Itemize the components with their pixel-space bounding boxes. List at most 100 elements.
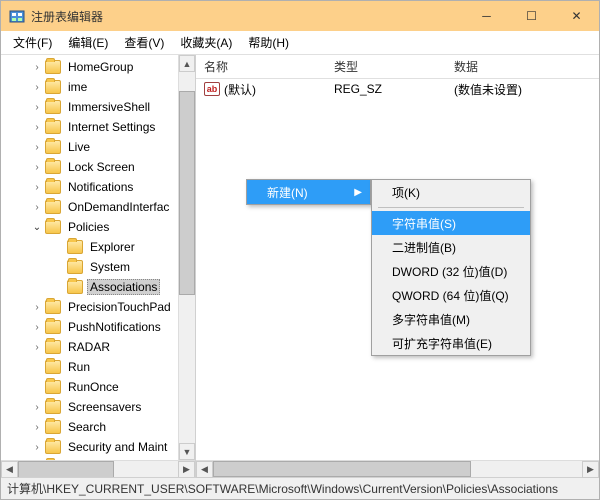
tree-item[interactable]: RunOnce — [1, 377, 195, 397]
tree-item[interactable]: Explorer — [1, 237, 195, 257]
tree-item-label: RunOnce — [65, 379, 122, 395]
folder-icon — [45, 340, 61, 354]
list-row[interactable]: ab (默认) REG_SZ (数值未设置) — [196, 79, 599, 99]
context-menu-new[interactable]: 新建(N) ▶ — [247, 180, 370, 204]
tree-item[interactable]: ›HomeGroup — [1, 57, 195, 77]
folder-icon — [45, 420, 61, 434]
tree-item[interactable]: › PushNotifications — [1, 317, 195, 337]
folder-icon — [67, 260, 83, 274]
menu-view[interactable]: 查看(V) — [116, 31, 172, 54]
submenu-binary-value[interactable]: 二进制值(B) — [372, 235, 530, 259]
tree-item[interactable]: ⌄ Policies — [1, 217, 195, 237]
menu-label: 新建(N) — [267, 184, 308, 201]
tree-item[interactable]: › Screensavers — [1, 397, 195, 417]
scroll-left-icon[interactable]: ◀ — [196, 461, 213, 478]
chevron-right-icon[interactable]: › — [31, 82, 43, 93]
tree-item[interactable]: Associations — [1, 277, 195, 297]
menu-edit[interactable]: 编辑(E) — [60, 31, 116, 54]
list-horizontal-scrollbar[interactable]: ◀ ▶ — [196, 460, 599, 477]
chevron-down-icon[interactable]: ⌄ — [31, 222, 43, 233]
tree-item[interactable]: ›Internet Settings — [1, 117, 195, 137]
folder-icon — [45, 300, 61, 314]
column-data[interactable]: 数据 — [446, 58, 486, 75]
tree-item[interactable]: › RADAR — [1, 337, 195, 357]
tree-item[interactable]: System — [1, 257, 195, 277]
chevron-right-icon[interactable]: › — [31, 162, 43, 173]
folder-icon — [45, 220, 61, 234]
folder-icon — [45, 160, 61, 174]
chevron-right-icon[interactable]: › — [31, 142, 43, 153]
column-name[interactable]: 名称 — [196, 58, 326, 75]
cell-name: ab (默认) — [196, 81, 326, 98]
chevron-right-icon[interactable]: › — [31, 102, 43, 113]
tree-item-label: Search — [65, 419, 109, 435]
scroll-track[interactable] — [179, 72, 195, 443]
tree-pane: ›HomeGroup›ime›ImmersiveShell›Internet S… — [1, 55, 196, 477]
tree-item[interactable]: ›ime — [1, 77, 195, 97]
tree-item[interactable]: ›ImmersiveShell — [1, 97, 195, 117]
close-button[interactable]: ✕ — [554, 1, 599, 31]
menu-favorites[interactable]: 收藏夹(A) — [172, 31, 240, 54]
chevron-right-icon[interactable]: › — [31, 122, 43, 133]
tree-vertical-scrollbar[interactable]: ▲ ▼ — [178, 55, 195, 460]
scroll-track[interactable] — [18, 461, 178, 478]
minimize-button[interactable]: ─ — [464, 1, 509, 31]
tree-item-label: Notifications — [65, 179, 136, 195]
folder-icon — [67, 240, 83, 254]
chevron-right-icon[interactable]: › — [31, 302, 43, 313]
chevron-right-icon[interactable]: › — [31, 342, 43, 353]
scroll-thumb[interactable] — [179, 91, 195, 295]
tree-item[interactable]: › Search — [1, 417, 195, 437]
tree-horizontal-scrollbar[interactable]: ◀ ▶ — [1, 460, 195, 477]
tree-item-label: PushNotifications — [65, 319, 164, 335]
tree-item[interactable]: Run — [1, 357, 195, 377]
chevron-right-icon[interactable]: › — [31, 322, 43, 333]
submenu-expandstring-value[interactable]: 可扩充字符串值(E) — [372, 331, 530, 355]
submenu-qword-value[interactable]: QWORD (64 位)值(Q) — [372, 283, 530, 307]
chevron-right-icon[interactable]: › — [31, 182, 43, 193]
scroll-track[interactable] — [213, 461, 582, 477]
scroll-down-icon[interactable]: ▼ — [179, 443, 195, 460]
tree-item[interactable]: › PrecisionTouchPad — [1, 297, 195, 317]
folder-icon — [45, 80, 61, 94]
value-name: (默认) — [224, 81, 256, 98]
chevron-right-icon[interactable]: › — [31, 202, 43, 213]
tree-item-label: Policies — [65, 219, 112, 235]
content-area: ›HomeGroup›ime›ImmersiveShell›Internet S… — [1, 55, 599, 477]
tree-item[interactable]: ›Live — [1, 137, 195, 157]
tree-item-label: PrecisionTouchPad — [65, 299, 174, 315]
tree-item[interactable]: ›OnDemandInterfac — [1, 197, 195, 217]
menu-help[interactable]: 帮助(H) — [240, 31, 297, 54]
folder-icon — [45, 400, 61, 414]
submenu-dword-value[interactable]: DWORD (32 位)值(D) — [372, 259, 530, 283]
scroll-up-icon[interactable]: ▲ — [179, 55, 195, 72]
tree-item[interactable]: ›Lock Screen — [1, 157, 195, 177]
tree-item-label: Screensavers — [65, 399, 144, 415]
tree-item-label: RADAR — [65, 339, 113, 355]
chevron-right-icon[interactable]: › — [31, 62, 43, 73]
tree-view[interactable]: ›HomeGroup›ime›ImmersiveShell›Internet S… — [1, 55, 195, 460]
scroll-thumb[interactable] — [18, 461, 114, 478]
menu-file[interactable]: 文件(F) — [5, 31, 60, 54]
scroll-right-icon[interactable]: ▶ — [178, 461, 195, 478]
submenu-string-value[interactable]: 字符串值(S) — [372, 211, 530, 235]
context-submenu-new: 项(K) 字符串值(S) 二进制值(B) DWORD (32 位)值(D) QW… — [371, 179, 531, 356]
chevron-right-icon[interactable]: › — [31, 442, 43, 453]
submenu-multistring-value[interactable]: 多字符串值(M) — [372, 307, 530, 331]
titlebar: 注册表编辑器 ─ ☐ ✕ — [1, 1, 599, 31]
folder-icon — [45, 360, 61, 374]
menu-separator — [378, 207, 524, 208]
maximize-button[interactable]: ☐ — [509, 1, 554, 31]
tree-item[interactable]: ›Security and Maint — [1, 437, 195, 457]
scroll-right-icon[interactable]: ▶ — [582, 461, 599, 478]
submenu-key[interactable]: 项(K) — [372, 180, 530, 204]
tree-item[interactable]: › Notifications — [1, 177, 195, 197]
menubar: 文件(F) 编辑(E) 查看(V) 收藏夹(A) 帮助(H) — [1, 31, 599, 55]
column-type[interactable]: 类型 — [326, 58, 446, 75]
chevron-right-icon[interactable]: › — [31, 402, 43, 413]
scroll-left-icon[interactable]: ◀ — [1, 461, 18, 478]
scroll-thumb[interactable] — [213, 461, 471, 477]
tree-item-label: Associations — [87, 279, 160, 295]
chevron-right-icon[interactable]: › — [31, 422, 43, 433]
folder-icon — [45, 140, 61, 154]
